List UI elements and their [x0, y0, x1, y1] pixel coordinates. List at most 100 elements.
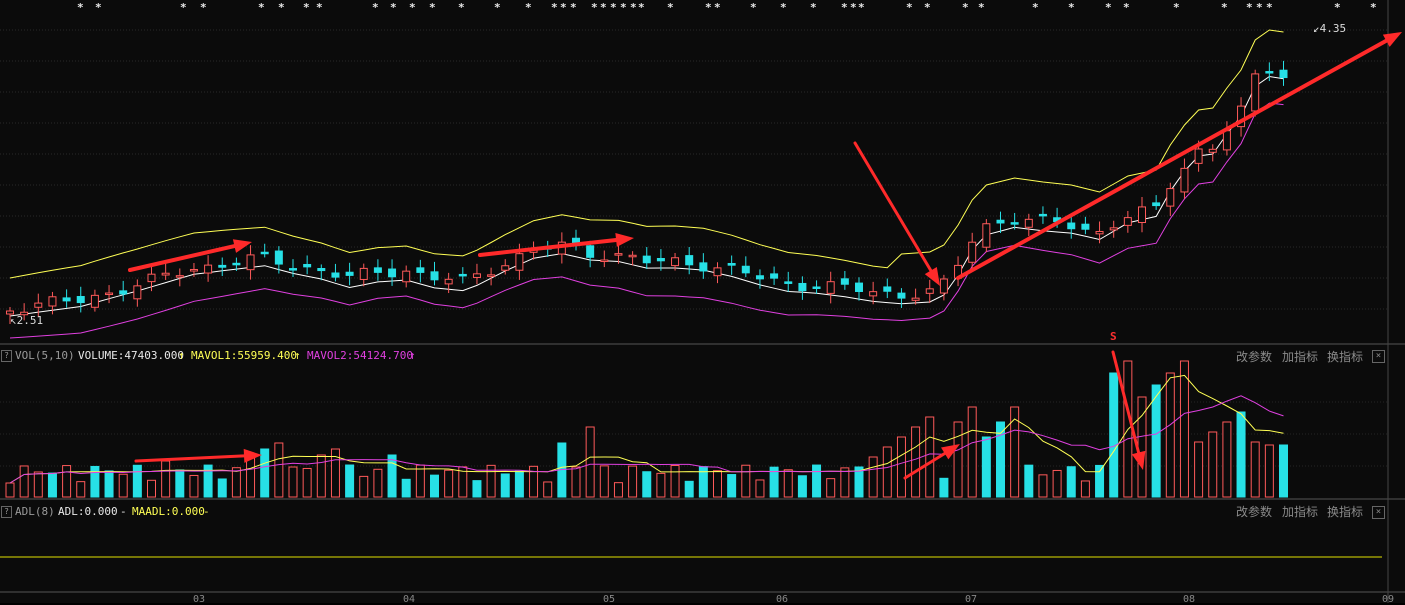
candle-body: [614, 253, 623, 256]
info-marker-icon[interactable]: *: [962, 1, 969, 14]
volume-bar: [373, 468, 383, 498]
info-marker-icon[interactable]: *: [620, 1, 627, 14]
info-marker-icon[interactable]: *: [978, 1, 985, 14]
annotation-arrow: [956, 38, 1389, 280]
adl-edit-params-button[interactable]: 改参数: [1236, 503, 1272, 520]
adl-add-indicator-button[interactable]: 加指标: [1282, 503, 1318, 520]
candle-body: [1166, 188, 1175, 207]
info-marker-icon[interactable]: *: [560, 1, 567, 14]
info-marker-icon[interactable]: *: [316, 1, 323, 14]
candle-body: [699, 262, 708, 272]
info-marker-icon[interactable]: *: [610, 1, 617, 14]
volume-bar: [189, 474, 199, 498]
volume-bar: [812, 464, 822, 498]
info-marker-icon[interactable]: *: [1266, 1, 1273, 14]
volume-bar: [1236, 411, 1246, 498]
info-marker-icon[interactable]: *: [841, 1, 848, 14]
info-marker-icon[interactable]: *: [1370, 1, 1377, 14]
info-marker-icon[interactable]: *: [494, 1, 501, 14]
vol-help-button[interactable]: ?: [1, 350, 12, 362]
adl-close-icon[interactable]: ×: [1372, 506, 1385, 519]
vol-add-indicator-button[interactable]: 加指标: [1282, 348, 1318, 365]
volume-bar: [1024, 464, 1034, 498]
candle-body: [826, 281, 835, 294]
candle-body: [1123, 217, 1132, 226]
info-marker-icon[interactable]: *: [1032, 1, 1039, 14]
info-marker-icon[interactable]: *: [780, 1, 787, 14]
info-marker-icon[interactable]: *: [591, 1, 598, 14]
candle-body: [487, 274, 496, 277]
high-price-label: ↙4.35: [1313, 22, 1347, 35]
info-marker-icon[interactable]: *: [1256, 1, 1263, 14]
candle-body: [741, 265, 750, 274]
adl-indicator-name: ADL(8): [15, 505, 55, 518]
annotation-arrow-head: [615, 233, 634, 247]
info-marker-icon[interactable]: *: [667, 1, 674, 14]
volume-bar: [1080, 480, 1090, 498]
candle-body: [1024, 218, 1033, 228]
mavol1-value: MAVOL1:55959.400: [191, 349, 297, 362]
info-marker-icon[interactable]: *: [714, 1, 721, 14]
volume-bar: [882, 446, 892, 498]
candle-body: [600, 259, 609, 263]
info-marker-icon[interactable]: *: [390, 1, 397, 14]
info-marker-icon[interactable]: *: [810, 1, 817, 14]
candle-body: [105, 292, 114, 296]
vol-edit-params-button[interactable]: 改参数: [1236, 348, 1272, 365]
volume-bar: [1165, 372, 1175, 498]
vol-close-icon[interactable]: ×: [1372, 350, 1385, 363]
info-marker-icon[interactable]: *: [429, 1, 436, 14]
volume-bar: [260, 448, 270, 498]
info-marker-icon[interactable]: *: [258, 1, 265, 14]
candle-body: [274, 250, 283, 265]
info-marker-icon[interactable]: *: [1123, 1, 1130, 14]
vol-switch-indicator-button[interactable]: 换指标: [1327, 348, 1363, 365]
info-marker-icon[interactable]: *: [858, 1, 865, 14]
info-marker-icon[interactable]: *: [750, 1, 757, 14]
info-marker-icon[interactable]: *: [372, 1, 379, 14]
info-marker-icon[interactable]: *: [77, 1, 84, 14]
info-marker-icon[interactable]: *: [180, 1, 187, 14]
info-marker-icon[interactable]: *: [705, 1, 712, 14]
info-marker-icon[interactable]: *: [924, 1, 931, 14]
info-marker-icon[interactable]: *: [1068, 1, 1075, 14]
info-marker-icon[interactable]: *: [1173, 1, 1180, 14]
candle-body: [331, 272, 340, 278]
info-marker-icon[interactable]: *: [303, 1, 310, 14]
info-marker-icon[interactable]: *: [600, 1, 607, 14]
info-marker-icon[interactable]: *: [1105, 1, 1112, 14]
volume-bar: [981, 436, 991, 498]
info-marker-icon[interactable]: *: [1246, 1, 1253, 14]
info-marker-icon[interactable]: *: [906, 1, 913, 14]
info-marker-icon[interactable]: *: [630, 1, 637, 14]
info-marker-icon[interactable]: *: [409, 1, 416, 14]
info-marker-icon[interactable]: *: [278, 1, 285, 14]
candle-body: [939, 278, 948, 294]
volume-bar: [599, 465, 609, 498]
volume-bar: [1151, 384, 1161, 498]
info-marker-icon[interactable]: *: [1221, 1, 1228, 14]
x-axis-label: 04: [403, 594, 416, 605]
info-marker-icon[interactable]: *: [458, 1, 465, 14]
volume-bar: [953, 421, 963, 498]
adl-help-button[interactable]: ?: [1, 506, 12, 518]
info-marker-icon[interactable]: *: [95, 1, 102, 14]
adl-dash: -: [120, 505, 127, 518]
adl-switch-indicator-button[interactable]: 换指标: [1327, 503, 1363, 520]
info-marker-icon[interactable]: *: [638, 1, 645, 14]
info-marker-icon[interactable]: *: [850, 1, 857, 14]
info-marker-icon[interactable]: *: [1334, 1, 1341, 14]
info-marker-icon[interactable]: *: [551, 1, 558, 14]
volume-bar: [896, 436, 906, 498]
x-axis-label: 07: [965, 594, 978, 605]
volume-bar: [826, 478, 836, 498]
volume-bar: [231, 467, 241, 498]
volume-bar: [1194, 441, 1204, 498]
volume-bar: [585, 426, 595, 498]
kline-chart[interactable]: [0, 0, 1405, 603]
info-marker-icon[interactable]: *: [200, 1, 207, 14]
info-marker-icon[interactable]: *: [570, 1, 577, 14]
info-marker-icon[interactable]: *: [525, 1, 532, 14]
candle-body: [755, 275, 764, 280]
candle-body: [982, 223, 991, 248]
